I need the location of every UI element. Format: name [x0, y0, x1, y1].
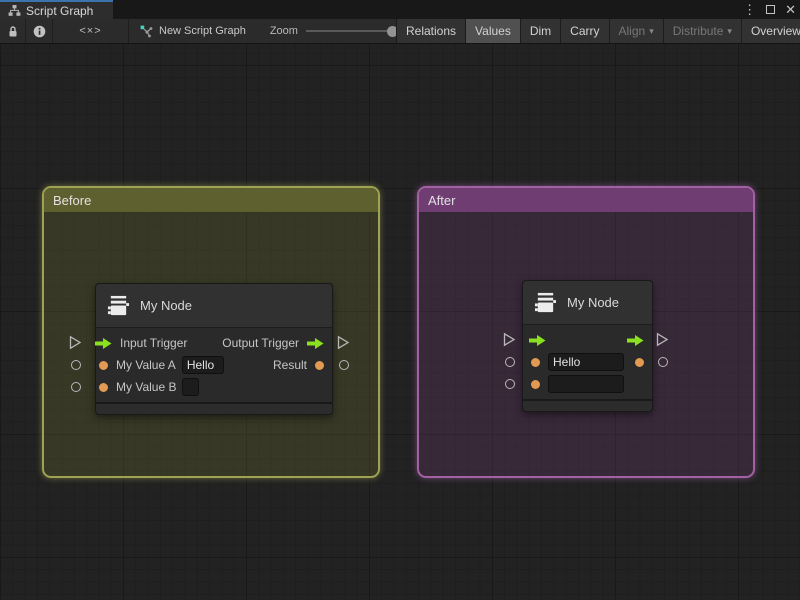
node-my-node-before[interactable]: My Node Input Trigger Output Trigger — [95, 283, 333, 415]
chevron-down-icon: ▾ — [649, 26, 654, 37]
overview-label: Overview — [751, 24, 800, 38]
external-value-port-icon[interactable] — [658, 357, 668, 367]
flow-output-icon[interactable] — [627, 335, 644, 346]
zoom-slider[interactable] — [306, 19, 398, 43]
maximize-icon[interactable] — [766, 5, 775, 14]
tab-bar: Script Graph ⋮ ✕ — [0, 0, 800, 19]
lock-icon — [7, 25, 19, 38]
toolbar: <×> New Script Graph Zoom 1x — [0, 19, 800, 44]
close-icon[interactable]: ✕ — [785, 3, 796, 16]
value-output-port-icon[interactable] — [315, 361, 324, 370]
unit-node-icon — [534, 291, 557, 314]
tab-title: Script Graph — [26, 4, 93, 18]
external-value-port-icon[interactable] — [505, 357, 515, 367]
value-a-input[interactable] — [548, 353, 624, 371]
flow-output-icon[interactable] — [307, 338, 324, 349]
align-label: Align — [619, 24, 646, 38]
node-after-header[interactable]: My Node — [523, 281, 652, 325]
relations-label: Relations — [406, 24, 456, 38]
dim-label: Dim — [530, 24, 551, 38]
value-b-input[interactable] — [548, 375, 624, 393]
menu-kebab-icon[interactable]: ⋮ — [743, 3, 756, 16]
port-row-value-b: My Value B — [96, 376, 332, 398]
value-input-port-icon[interactable] — [531, 380, 540, 389]
chevron-down-icon: ▾ — [727, 26, 732, 37]
tab-script-graph[interactable]: Script Graph — [0, 0, 113, 19]
flow-input-icon[interactable] — [529, 335, 546, 346]
script-graph-tab-icon — [8, 4, 21, 17]
external-value-port-icon[interactable] — [71, 382, 81, 392]
port-row-value-a — [523, 351, 652, 373]
values-button[interactable]: Values — [465, 19, 520, 43]
dim-button[interactable]: Dim — [520, 19, 560, 43]
external-flow-port-icon[interactable] — [337, 335, 350, 353]
group-after-header[interactable]: After — [419, 188, 753, 212]
input-trigger-label: Input Trigger — [120, 336, 187, 350]
group-before-label: Before — [53, 193, 91, 208]
node-title: My Node — [140, 298, 192, 313]
zoom-slider-track — [306, 30, 398, 32]
carry-button[interactable]: Carry — [560, 19, 608, 43]
node-before-footer — [96, 402, 332, 414]
node-before-body: Input Trigger Output Trigger My Value A … — [96, 328, 332, 402]
node-after-footer — [523, 399, 652, 411]
info-icon — [33, 25, 46, 38]
port-row-value-a: My Value A Result — [96, 354, 332, 376]
port-row-trigger: Input Trigger Output Trigger — [96, 332, 332, 354]
graph-canvas[interactable]: Before After — [0, 44, 800, 600]
external-value-port-icon[interactable] — [505, 379, 515, 389]
value-a-input[interactable] — [182, 356, 224, 374]
code-view-button[interactable]: <×> — [53, 19, 129, 43]
node-after-body — [523, 325, 652, 399]
zoom-control: Zoom 1x — [256, 19, 420, 43]
values-label: Values — [475, 24, 511, 38]
relations-button[interactable]: Relations — [396, 19, 465, 43]
lock-button[interactable] — [0, 19, 26, 43]
node-title: My Node — [567, 295, 619, 310]
external-value-port-icon[interactable] — [339, 360, 349, 370]
window-controls: ⋮ ✕ — [743, 0, 796, 19]
info-button[interactable] — [26, 19, 53, 43]
group-before-header[interactable]: Before — [44, 188, 378, 212]
port-row-value-b — [523, 373, 652, 395]
overview-button[interactable]: Overview — [741, 19, 800, 43]
unit-node-icon — [107, 294, 130, 317]
node-my-node-after[interactable]: My Node — [522, 280, 653, 412]
distribute-dropdown[interactable]: Distribute ▾ — [663, 19, 741, 43]
external-flow-port-icon[interactable] — [503, 332, 516, 350]
result-label: Result — [273, 358, 307, 372]
carry-label: Carry — [570, 24, 599, 38]
distribute-label: Distribute — [673, 24, 724, 38]
script-graph-window: Script Graph ⋮ ✕ — [0, 0, 800, 600]
value-input-port-icon[interactable] — [99, 361, 108, 370]
value-input-port-icon[interactable] — [99, 383, 108, 392]
group-after-label: After — [428, 193, 455, 208]
code-view-icon: <×> — [79, 25, 101, 37]
align-dropdown[interactable]: Align ▾ — [609, 19, 663, 43]
output-trigger-label: Output Trigger — [222, 336, 299, 350]
value-b-input[interactable] — [182, 378, 199, 396]
zoom-label: Zoom — [270, 25, 298, 37]
new-script-graph-button[interactable]: New Script Graph — [129, 19, 256, 43]
value-input-port-icon[interactable] — [531, 358, 540, 367]
toolbar-right-group: Relations Values Dim Carry Align ▾ Distr… — [396, 19, 800, 43]
node-before-header[interactable]: My Node — [96, 284, 332, 328]
value-a-label: My Value A — [116, 358, 176, 372]
value-output-port-icon[interactable] — [635, 358, 644, 367]
new-script-graph-label: New Script Graph — [159, 25, 246, 37]
external-value-port-icon[interactable] — [71, 360, 81, 370]
flow-input-icon[interactable] — [95, 338, 112, 349]
graph-network-icon — [139, 24, 153, 38]
port-row-trigger — [523, 329, 652, 351]
value-b-label: My Value B — [116, 380, 176, 394]
external-flow-port-icon[interactable] — [656, 332, 669, 350]
external-flow-port-icon[interactable] — [69, 335, 82, 353]
